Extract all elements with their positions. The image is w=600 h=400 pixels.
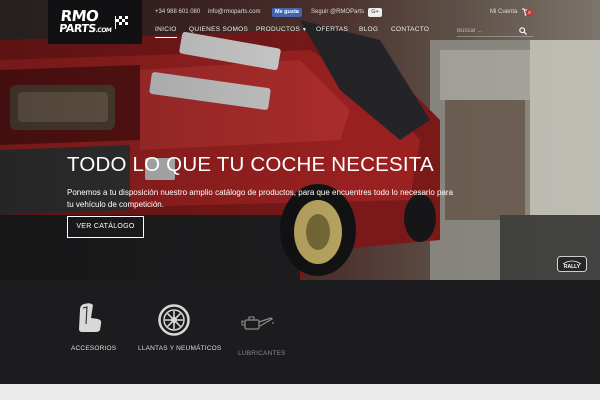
oil-can-icon xyxy=(241,316,274,330)
hero-description: Ponemos a tu disposición nuestro amplio … xyxy=(67,188,454,209)
checkered-flag-icon xyxy=(115,16,129,29)
category-label-llantas: LLANTAS Y NEUMÁTICOS xyxy=(138,345,222,352)
cart-count-badge: 0 xyxy=(526,9,533,16)
nav-item-blog[interactable]: BLOG xyxy=(359,26,378,38)
phone-number[interactable]: +34 988 601 080 xyxy=(155,9,200,15)
twitter-follow-button[interactable]: Seguir @RMOParts xyxy=(311,9,364,15)
nav-item-inicio[interactable]: INICIO xyxy=(155,26,177,38)
nav-item-productos[interactable]: PRODUCTOS ▼ xyxy=(256,26,307,38)
rally-badge-text: RALLY xyxy=(563,264,581,270)
wheel-icon xyxy=(158,304,190,336)
hero-title: TODO LO QUE TU COCHE NECESITA xyxy=(67,153,434,176)
logo-suffix: .COM xyxy=(95,26,112,34)
top-bar: +34 988 601 080 info@rmoparts.com Me gus… xyxy=(155,6,535,18)
google-plus-button[interactable]: G+ xyxy=(368,8,382,17)
account-link[interactable]: Mi Cuenta xyxy=(490,9,517,15)
nav-item-productos-label: PRODUCTOS xyxy=(256,26,301,33)
contact-email[interactable]: info@rmoparts.com xyxy=(208,9,260,15)
logo-wordmark: RMO PARTS.COM xyxy=(58,7,114,35)
search-box xyxy=(457,25,533,37)
search-icon[interactable] xyxy=(519,27,527,35)
rally-badge: RALLY xyxy=(557,256,587,272)
cart-button[interactable]: 0 xyxy=(522,6,534,16)
next-section-strip xyxy=(0,384,600,400)
view-catalog-button[interactable]: VER CATÁLOGO xyxy=(67,216,144,238)
search-input[interactable] xyxy=(457,25,517,36)
logo[interactable]: RMO PARTS.COM xyxy=(48,0,142,44)
logo-line2-text: PARTS xyxy=(58,21,97,35)
nav-item-contacto[interactable]: CONTACTO xyxy=(391,26,429,38)
categories-section: ACCESORIOS LLANTAS Y NEUMÁTICOS LUBRICAN… xyxy=(0,280,600,384)
seat-icon xyxy=(79,303,102,332)
facebook-like-button[interactable]: Me gusta xyxy=(272,8,302,17)
site-header: RMO PARTS.COM +34 988 601 080 info@rmopa… xyxy=(48,0,548,44)
chevron-down-icon: ▼ xyxy=(300,27,308,33)
nav-item-quienes-somos[interactable]: QUIENES SOMOS xyxy=(189,26,248,38)
category-label-lubricantes: LUBRICANTES xyxy=(238,350,286,357)
nav-item-ofertas[interactable]: OFERTAS xyxy=(316,26,348,38)
category-label-accesorios: ACCESORIOS xyxy=(71,345,117,352)
logo-line2: PARTS.COM xyxy=(58,21,112,35)
page: RMO PARTS.COM +34 988 601 080 info@rmopa… xyxy=(0,0,600,400)
